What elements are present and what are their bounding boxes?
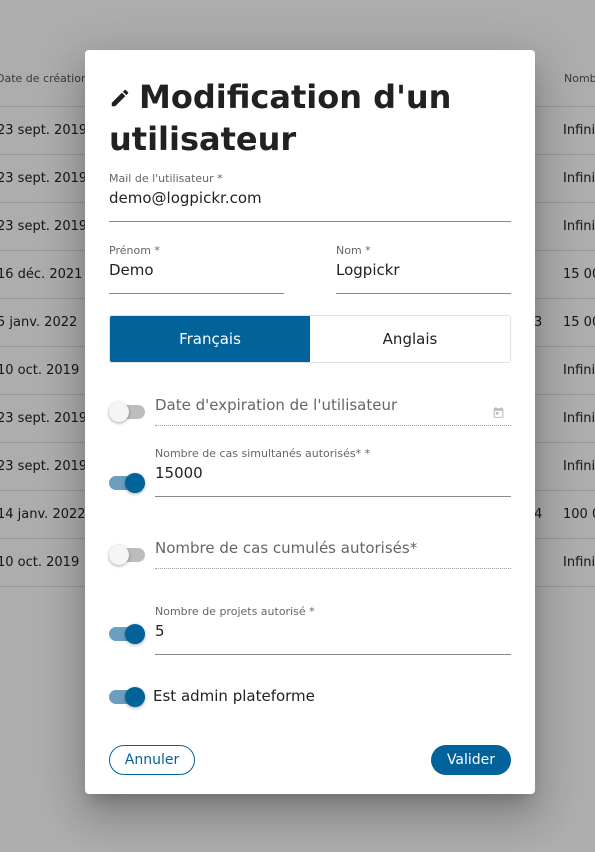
toggle-thumb	[109, 402, 129, 422]
simultaneous-cases-underline	[155, 496, 511, 497]
simultaneous-cases-field[interactable]: Nombre de cas simultanés autorisés* * 15…	[155, 447, 511, 497]
cumulated-cases-toggle[interactable]	[109, 545, 145, 565]
email-label: Mail de l'utilisateur *	[109, 172, 223, 185]
language-toggle-group: Français Anglais	[109, 315, 511, 363]
cancel-button[interactable]: Annuler	[109, 745, 195, 775]
lastname-field[interactable]: Nom * Logpickr	[336, 244, 511, 294]
expiration-date-placeholder: Date d'expiration de l'utilisateur	[155, 396, 398, 414]
toggle-thumb	[125, 473, 145, 493]
firstname-input[interactable]: Demo	[109, 261, 284, 279]
email-input[interactable]: demo@logpickr.com	[109, 189, 511, 207]
projects-input[interactable]: 5	[155, 622, 511, 640]
submit-button[interactable]: Valider	[431, 745, 511, 775]
lastname-underline	[336, 293, 511, 294]
cumulated-cases-underline	[155, 568, 511, 569]
simultaneous-cases-label: Nombre de cas simultanés autorisés* *	[155, 447, 371, 460]
email-field[interactable]: Mail de l'utilisateur * demo@logpickr.co…	[109, 172, 511, 222]
platform-admin-toggle[interactable]	[109, 687, 145, 707]
expiration-underline	[155, 425, 511, 426]
projects-label: Nombre de projets autorisé *	[155, 605, 315, 618]
expiration-date-field[interactable]: Date d'expiration de l'utilisateur	[155, 396, 511, 426]
simultaneous-cases-input[interactable]: 15000	[155, 464, 511, 482]
email-underline	[109, 221, 511, 222]
lastname-input[interactable]: Logpickr	[336, 261, 511, 279]
firstname-label: Prénom *	[109, 244, 160, 257]
projects-field[interactable]: Nombre de projets autorisé * 5	[155, 605, 511, 655]
lastname-label: Nom *	[336, 244, 371, 257]
language-option-french[interactable]: Français	[110, 316, 310, 362]
platform-admin-label: Est admin plateforme	[153, 687, 315, 705]
toggle-thumb	[125, 624, 145, 644]
dialog-title-text: Modification d'un utilisateur	[109, 78, 452, 158]
toggle-thumb	[125, 687, 145, 707]
cumulated-cases-field[interactable]: Nombre de cas cumulés autorisés*	[155, 539, 511, 569]
calendar-icon[interactable]	[492, 406, 505, 419]
dialog-title: Modification d'un utilisateur	[109, 76, 509, 160]
language-option-english[interactable]: Anglais	[310, 316, 510, 362]
simultaneous-cases-toggle[interactable]	[109, 473, 145, 493]
expiration-toggle[interactable]	[109, 402, 145, 422]
firstname-field[interactable]: Prénom * Demo	[109, 244, 284, 294]
cumulated-cases-placeholder: Nombre de cas cumulés autorisés*	[155, 539, 418, 557]
toggle-thumb	[109, 545, 129, 565]
projects-toggle[interactable]	[109, 624, 145, 644]
dialog-title-wrap: Modification d'un utilisateur	[109, 76, 509, 160]
edit-user-dialog: Modification d'un utilisateur Mail de l'…	[85, 50, 535, 794]
projects-underline	[155, 654, 511, 655]
firstname-underline	[109, 293, 284, 294]
pencil-icon	[111, 89, 129, 107]
